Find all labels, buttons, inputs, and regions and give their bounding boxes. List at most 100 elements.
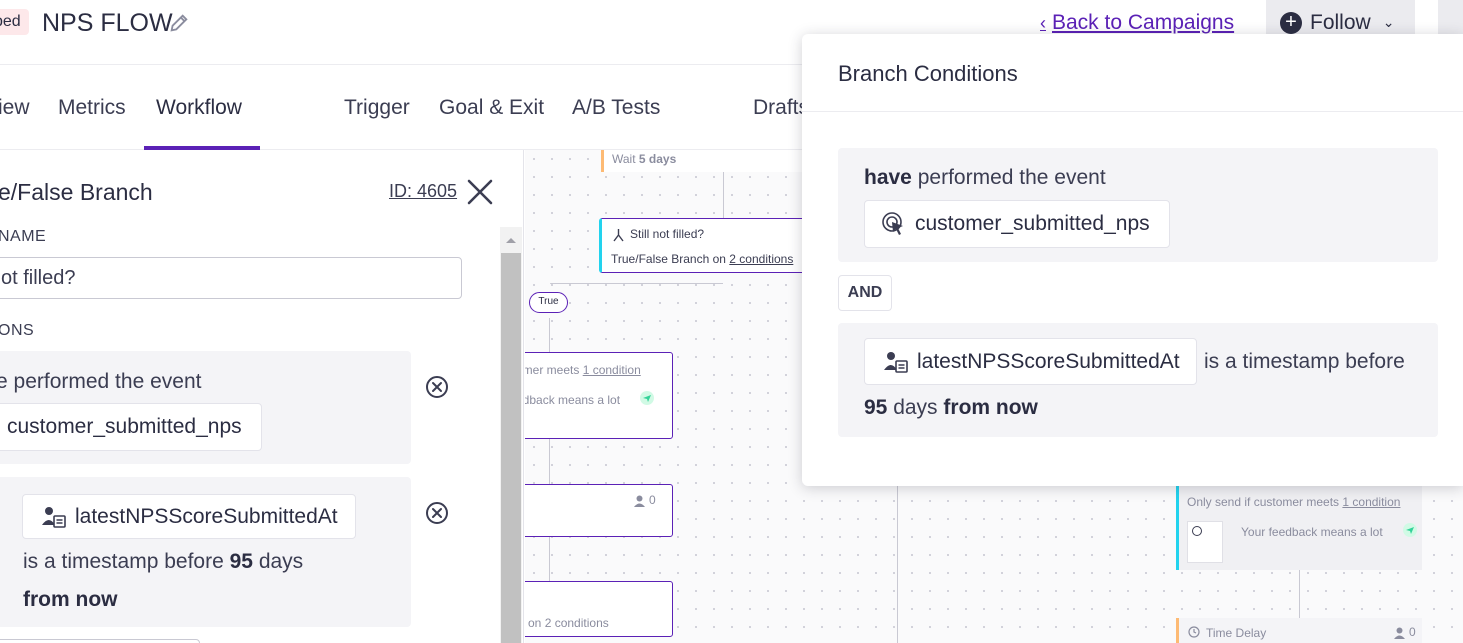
message-icon	[1192, 526, 1202, 536]
node-b-count: 0	[649, 493, 656, 507]
remove-circle-icon[interactable]	[425, 501, 449, 525]
popover-operator: is a timestamp before	[1204, 350, 1405, 373]
tab-metrics[interactable]: Metrics	[58, 95, 126, 121]
condition-operator: is a timestamp before	[23, 550, 224, 573]
branch-icon	[613, 229, 624, 242]
node-d-message: Your feedback means a lot	[1241, 525, 1383, 539]
connector	[549, 318, 550, 352]
attribute-condition-text: is a timestamp before 95 days	[23, 549, 303, 575]
node-a-condition-link[interactable]: 1 condition	[583, 363, 641, 377]
scrollbar-thumb[interactable]	[501, 253, 521, 643]
popover-attribute-pill: latestNPSScoreSubmittedAt	[864, 338, 1197, 385]
chevron-down-icon: ⌄	[1382, 14, 1395, 30]
popover-header: Branch Conditions	[802, 34, 1463, 112]
send-icon	[640, 391, 654, 405]
branch-conditions-popover: Branch Conditions have performed the eve…	[802, 34, 1463, 486]
popover-condition-text: have performed the event	[864, 165, 1106, 191]
branch-node-conditions-link[interactable]: 2 conditions	[729, 252, 793, 266]
node-a-message: edback means a lot	[525, 393, 621, 407]
condition-event-text: e performed the event	[0, 370, 202, 393]
popover-title: Branch Conditions	[838, 61, 1018, 86]
close-icon[interactable]	[466, 178, 494, 206]
condition-card-event: e performed the event customer_submitted…	[0, 351, 411, 464]
popover-from-now: from now	[943, 396, 1038, 419]
popover-value-line: 95 days from now	[864, 395, 1038, 421]
branch-name-input[interactable]	[0, 257, 462, 299]
follow-label: Follow	[1310, 10, 1371, 34]
message-node-2[interactable]: Only send if customer meets 1 condition …	[1176, 485, 1422, 570]
message-node[interactable]: omer meets 1 condition edback means a lo…	[525, 352, 673, 439]
node-d-condition-link[interactable]: 1 condition	[1342, 495, 1400, 509]
condition-unit: days	[258, 550, 304, 573]
connector	[549, 536, 550, 581]
event-pill[interactable]: customer_submitted_nps	[0, 403, 262, 451]
wait-prefix: Wait	[612, 152, 636, 166]
back-link-label: Back to Campaigns	[1052, 11, 1235, 34]
connector	[723, 172, 724, 218]
popover-event-name: customer_submitted_nps	[915, 212, 1150, 235]
popover-attribute-name: latestNPSScoreSubmittedAt	[917, 349, 1180, 373]
header-right-strip	[1438, 0, 1463, 36]
node-c-text: on	[528, 616, 542, 630]
condition-days-value: 95	[229, 550, 253, 573]
popover-condition-verb: have	[864, 166, 912, 189]
panel-scrollbar[interactable]	[500, 227, 522, 643]
time-delay-node[interactable]: Time Delay 0	[1176, 618, 1422, 643]
branch-node-subtitle: True/False Branch on 2 conditions	[611, 252, 793, 266]
popover-event-pill: customer_submitted_nps	[864, 200, 1170, 248]
node-a-filter-text: omer meets	[525, 363, 580, 377]
node-id-link[interactable]: ID: 4605	[389, 181, 457, 202]
person-icon	[1394, 627, 1405, 639]
step-node[interactable]: 0	[525, 484, 673, 537]
pencil-icon[interactable]	[168, 12, 190, 34]
conditions-label: ONS	[0, 322, 35, 339]
person-attribute-icon	[42, 506, 66, 528]
email-thumbnail	[1187, 521, 1223, 563]
tab-ab-tests[interactable]: A/B Tests	[572, 95, 660, 121]
campaign-title: NPS FLOW	[42, 9, 173, 37]
popover-condition-phrase: performed the event	[917, 166, 1106, 189]
tab-trigger[interactable]: Trigger	[344, 95, 410, 121]
branch-node-subtitle-text: True/False Branch on	[611, 252, 726, 266]
condition-card-attribute: latestNPSScoreSubmittedAt is a timestamp…	[0, 477, 411, 627]
branch-settings-panel: e/False Branch ID: 4605 NAME ONS e perfo…	[0, 150, 524, 643]
attribute-name: latestNPSScoreSubmittedAt	[75, 504, 338, 528]
condition-from-now: from now	[23, 588, 118, 611]
true-branch-label: True	[529, 292, 568, 313]
time-delay-count: 0	[1409, 625, 1416, 639]
connector	[1299, 570, 1300, 618]
popover-days-value: 95	[864, 396, 888, 419]
time-delay-label: Time Delay	[1206, 626, 1267, 640]
remove-circle-icon[interactable]	[425, 375, 449, 399]
add-condition-button[interactable]	[0, 639, 200, 643]
branch-node-title: Still not filled?	[630, 227, 705, 241]
tab-workflow[interactable]: Workflow	[156, 95, 242, 121]
node-d-filter-text: Only send if customer meets	[1187, 495, 1340, 509]
and-operator: AND	[838, 275, 892, 311]
attribute-pill[interactable]: latestNPSScoreSubmittedAt	[22, 494, 356, 539]
person-icon	[634, 495, 645, 507]
plus-circle-icon: +	[1280, 11, 1302, 34]
scroll-up-icon[interactable]	[500, 233, 522, 247]
branch-node-selected[interactable]: Still not filled? True/False Branch on 2…	[599, 218, 809, 273]
connector	[550, 283, 723, 284]
panel-title: e/False Branch	[0, 179, 153, 205]
clock-icon	[1188, 626, 1200, 638]
chevron-left-icon: ‹	[1040, 13, 1046, 33]
popover-unit: days	[893, 396, 938, 419]
popover-condition-attribute: latestNPSScoreSubmittedAt is a timestamp…	[838, 323, 1438, 437]
person-attribute-icon	[884, 351, 908, 373]
status-badge: ped	[0, 9, 29, 35]
send-icon	[1403, 523, 1417, 537]
connector	[897, 485, 898, 643]
tab-overview[interactable]: iew	[0, 95, 30, 121]
name-label: NAME	[0, 228, 47, 245]
tab-drafts[interactable]: Drafts	[753, 95, 809, 121]
wait-duration: 5 days	[638, 152, 677, 166]
connector	[549, 439, 550, 484]
branch-node[interactable]: on 2 conditions	[525, 581, 673, 637]
tab-goal-exit[interactable]: Goal & Exit	[439, 95, 544, 121]
popover-condition-event: have performed the event customer_submit…	[838, 148, 1438, 262]
back-to-campaigns-link[interactable]: ‹ Back to Campaigns	[1040, 10, 1234, 36]
node-c-conditions[interactable]: 2 conditions	[545, 616, 609, 630]
